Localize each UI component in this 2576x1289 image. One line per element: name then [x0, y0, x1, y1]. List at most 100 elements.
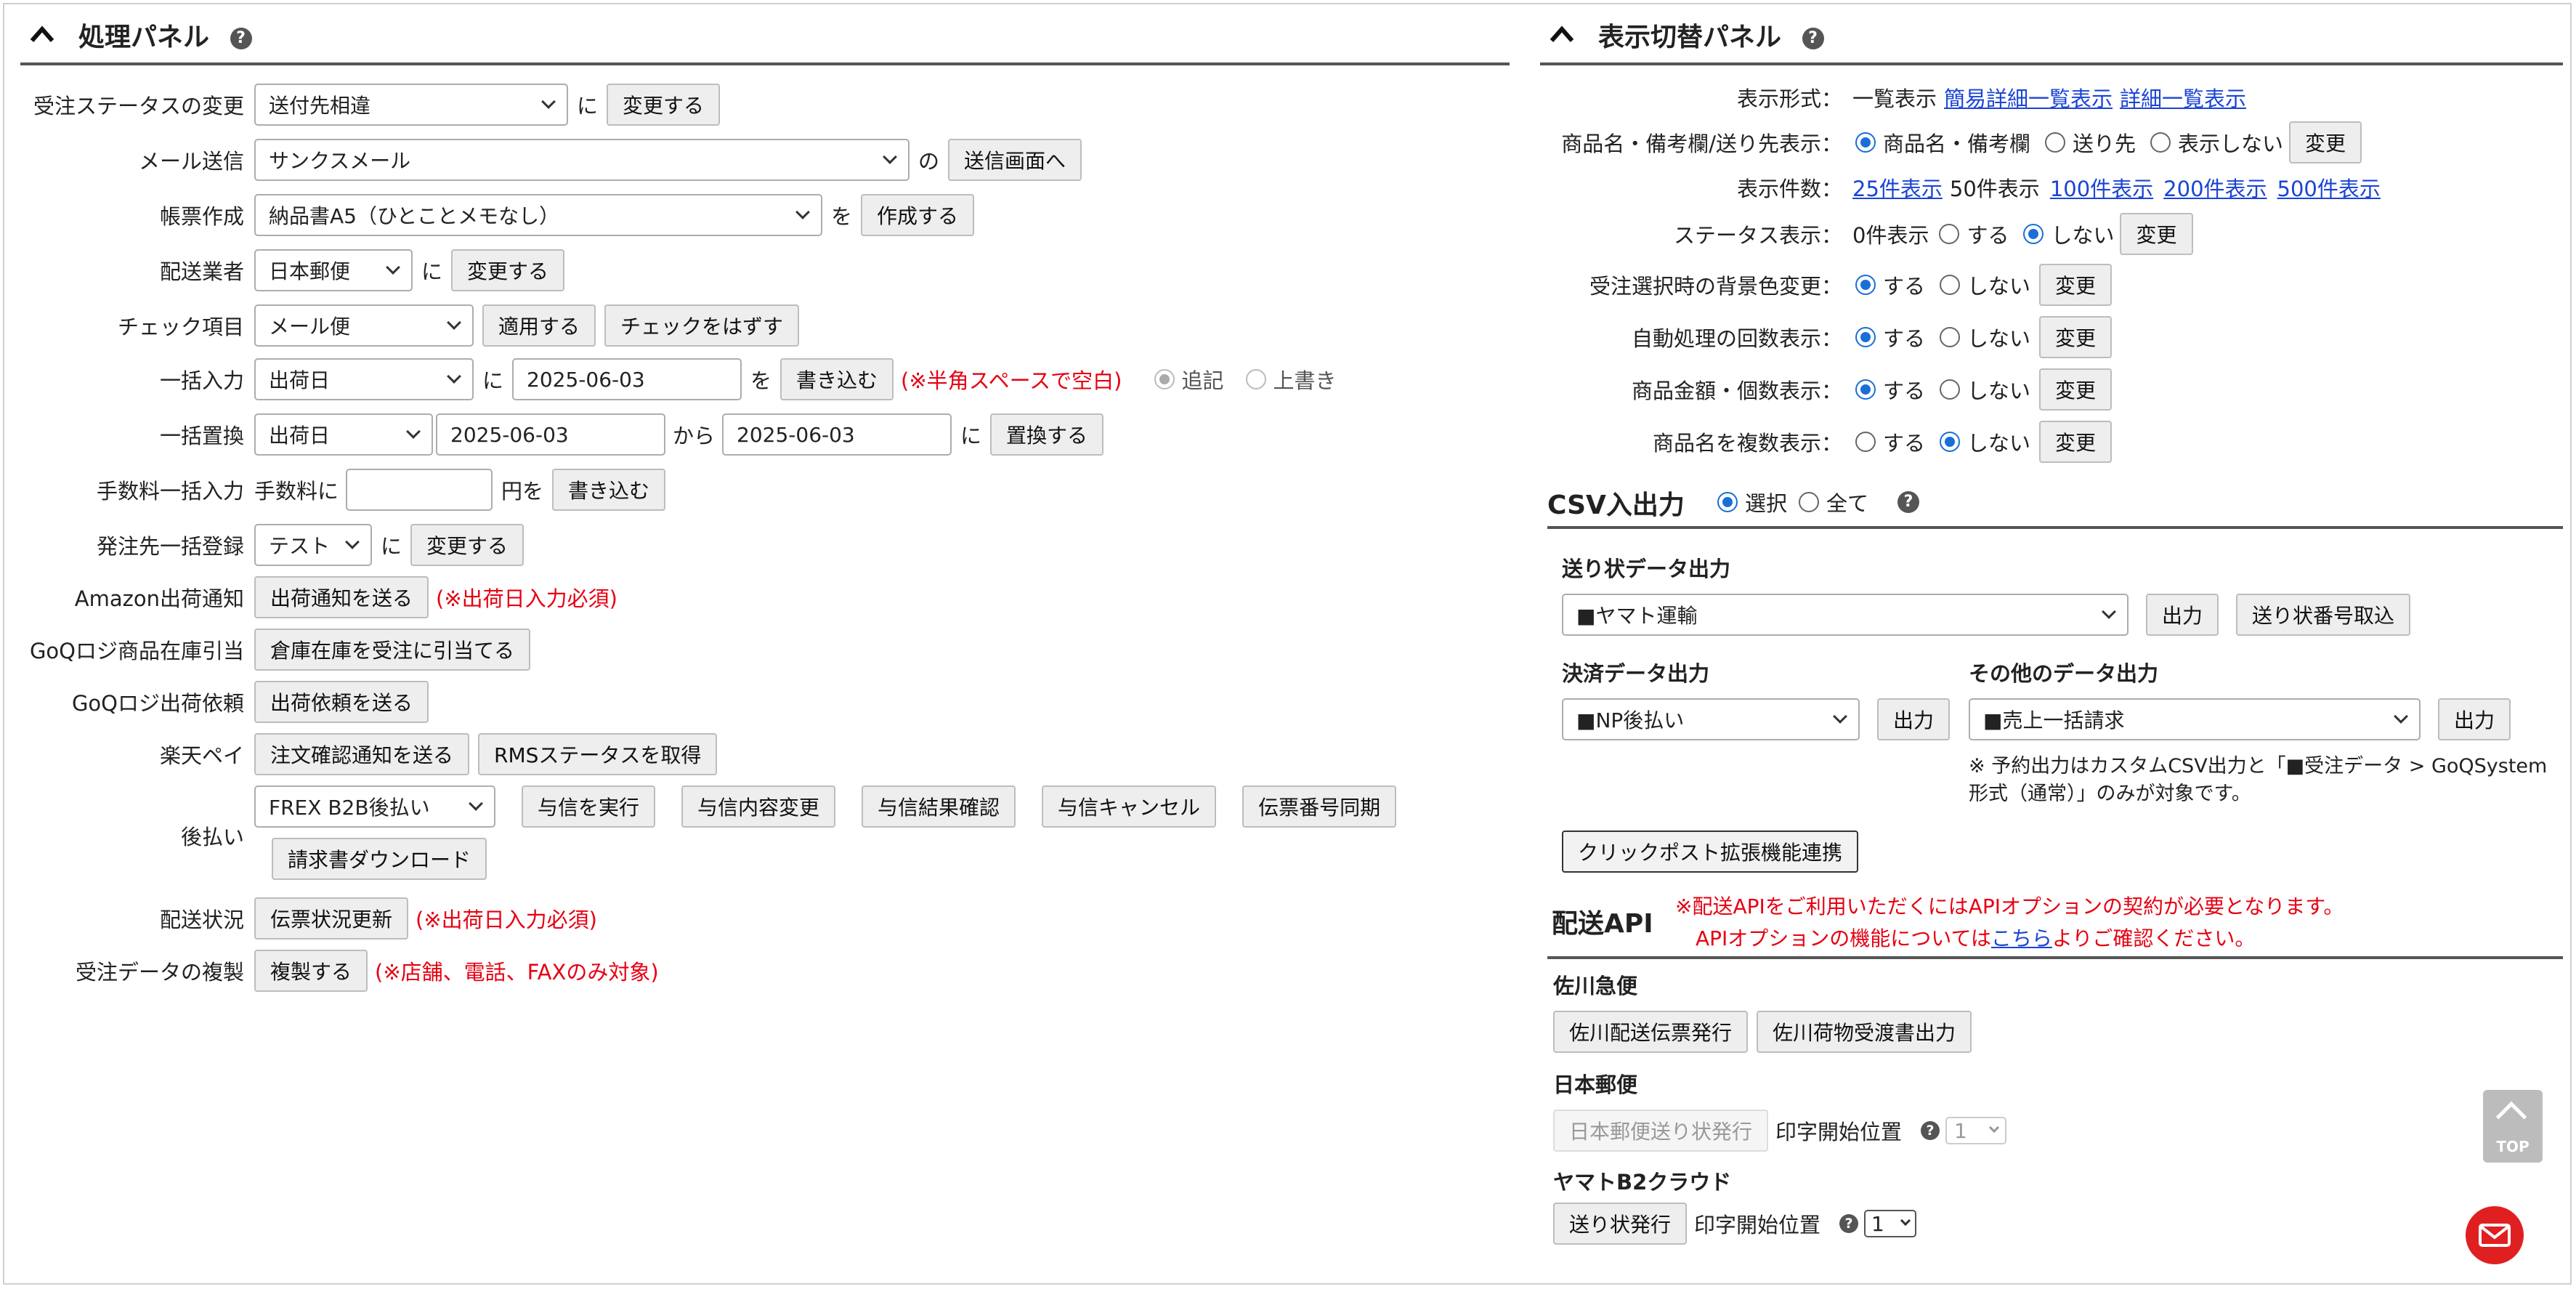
auto-count-change-button[interactable]: 変更 — [2039, 316, 2113, 358]
price-qty-yes-radio[interactable] — [1855, 379, 1876, 400]
row-mail: メール送信 サンクスメール の 送信画面へ — [20, 138, 1082, 182]
shipping-carrier-select[interactable]: ■ヤマト運輸 — [1562, 594, 2129, 636]
bulk-input-value[interactable]: 2025-06-03 — [512, 358, 742, 400]
row-price-qty: 商品金額・個数表示： する しない 変更 — [1540, 368, 2113, 411]
rakuten-rms-button[interactable]: RMSステータスを取得 — [478, 733, 718, 775]
replace-button[interactable]: 置換する — [990, 413, 1104, 456]
check-item-select[interactable]: メール便 — [254, 304, 474, 347]
radio-label: 送り先 — [2073, 132, 2136, 156]
rakuten-confirm-button[interactable]: 注文確認通知を送る — [254, 733, 470, 775]
multi-name-change-button[interactable]: 変更 — [2039, 421, 2113, 463]
bg-color-yes-radio[interactable] — [1855, 275, 1876, 295]
append-radio[interactable] — [1154, 369, 1175, 389]
status-display-yes-radio[interactable] — [1939, 224, 1960, 244]
auto-count-yes-radio[interactable] — [1855, 327, 1876, 347]
shipping-output-button[interactable]: 出力 — [2146, 594, 2219, 636]
chevron-up-icon[interactable] — [1549, 22, 1575, 48]
other-output-button[interactable]: 出力 — [2438, 698, 2511, 740]
csv-selected-radio[interactable] — [1717, 492, 1738, 512]
slip-sync-button[interactable]: 伝票番号同期 — [1242, 785, 1397, 828]
detail-list-link[interactable]: 詳細一覧表示 — [2120, 82, 2246, 113]
api-info-link[interactable]: こちら — [1991, 926, 2052, 950]
price-qty-no-radio[interactable] — [1940, 379, 1961, 400]
multi-name-no-radio[interactable] — [1940, 432, 1961, 452]
count-500-link[interactable]: 500件表示 — [2277, 172, 2381, 203]
simple-detail-link[interactable]: 簡易詳細一覧表示 — [1944, 82, 2113, 113]
count-200-link[interactable]: 200件表示 — [2163, 172, 2267, 203]
carrier-select[interactable]: 日本郵便 — [254, 249, 413, 291]
credit-result-button[interactable]: 与信結果確認 — [862, 785, 1016, 828]
bulk-replace-field-select[interactable]: 出荷日 — [254, 413, 433, 456]
print-pos-label: 印字開始位置 — [1694, 1213, 1821, 1237]
dest-change-button[interactable]: 変更する — [410, 524, 524, 566]
replace-from-input[interactable]: 2025-06-03 — [436, 413, 665, 456]
row-rakuten: 楽天ペイ 注文確認通知を送る RMSステータスを取得 — [20, 732, 718, 776]
contact-mail-button[interactable] — [2466, 1206, 2524, 1264]
check-apply-button[interactable]: 適用する — [482, 304, 596, 347]
product-note-change-button[interactable]: 変更 — [2289, 121, 2362, 163]
product-note-radio[interactable] — [1855, 132, 1876, 153]
tracking-import-button[interactable]: 送り状番号取込 — [2236, 594, 2411, 636]
replace-to-input[interactable]: 2025-06-03 — [722, 413, 952, 456]
credit-change-button[interactable]: 与信内容変更 — [681, 785, 836, 828]
help-icon[interactable]: ? — [230, 28, 252, 49]
slip-status-update-button[interactable]: 伝票状況更新 — [254, 897, 409, 940]
row-label: GoQロジ出荷依頼 — [71, 691, 244, 716]
yamato-issue-button[interactable]: 送り状発行 — [1553, 1203, 1688, 1245]
status-display-change-button[interactable]: 変更 — [2120, 213, 2193, 255]
mail-send-screen-button[interactable]: 送信画面へ — [948, 139, 1082, 181]
copy-order-button[interactable]: 複製する — [254, 950, 368, 992]
count-25-link[interactable]: 25件表示 — [1852, 172, 1943, 203]
credit-cancel-button[interactable]: 与信キャンセル — [1042, 785, 1217, 828]
other-data-select[interactable]: ■売上一括請求 — [1969, 698, 2421, 740]
count-100-link[interactable]: 100件表示 — [2050, 172, 2153, 203]
yamato-pos-select[interactable]: 1 — [1864, 1210, 1917, 1237]
status-display-no-radio[interactable] — [2023, 224, 2044, 244]
credit-execute-button[interactable]: 与信を実行 — [522, 785, 656, 828]
chevron-up-icon[interactable] — [29, 22, 55, 48]
invoice-download-button[interactable]: 請求書ダウンロード — [272, 838, 487, 880]
price-qty-change-button[interactable]: 変更 — [2039, 368, 2113, 411]
form-select[interactable]: 納品書A5（ひとことメモなし） — [254, 194, 822, 236]
clickpost-button[interactable]: クリックポスト拡張機能連携 — [1562, 831, 1859, 873]
help-icon[interactable]: ? — [1921, 1121, 1940, 1140]
row-form: 帳票作成 納品書A5（ひとことメモなし） を 作成する — [20, 193, 975, 237]
bulk-input-field-select[interactable]: 出荷日 — [254, 358, 474, 400]
goq-allocate-button[interactable]: 倉庫在庫を受注に引当てる — [254, 629, 531, 671]
payment-data-select[interactable]: ■NP後払い — [1562, 698, 1860, 740]
bg-color-change-button[interactable]: 変更 — [2039, 264, 2113, 306]
japanpost-issue-button[interactable]: 日本郵便送り状発行 — [1553, 1110, 1769, 1152]
scroll-top-button[interactable]: TOP — [2483, 1090, 2543, 1163]
row-payment-output: ■NP後払い 出力 — [1562, 698, 1951, 741]
goq-ship-request-button[interactable]: 出荷依頼を送る — [254, 681, 429, 723]
status-change-button[interactable]: 変更する — [607, 84, 721, 126]
destination-radio[interactable] — [2045, 132, 2066, 153]
csv-all-radio[interactable] — [1799, 492, 1820, 512]
multi-name-yes-radio[interactable] — [1855, 432, 1876, 452]
sagawa-receipt-button[interactable]: 佐川荷物受渡書出力 — [1757, 1011, 1972, 1053]
hide-radio[interactable] — [2150, 132, 2171, 153]
payment-output-button[interactable]: 出力 — [1877, 698, 1951, 740]
dest-select[interactable]: テスト — [254, 524, 372, 566]
check-remove-button[interactable]: チェックをはずす — [604, 304, 800, 347]
mail-template-select[interactable]: サンクスメール — [254, 139, 910, 181]
other-output-title: その他のデータ出力 — [1969, 661, 2159, 686]
bg-color-no-radio[interactable] — [1940, 275, 1961, 295]
overwrite-radio[interactable] — [1245, 369, 1266, 389]
status-select[interactable]: 送付先相違 — [254, 84, 568, 126]
japanpost-pos-select[interactable]: 1 — [1945, 1117, 2007, 1144]
amazon-notify-button[interactable]: 出荷通知を送る — [254, 576, 429, 618]
help-icon[interactable]: ? — [1839, 1214, 1859, 1233]
yamato-title: ヤマトB2クラウド — [1553, 1170, 1732, 1195]
fee-write-button[interactable]: 書き込む — [552, 469, 666, 511]
sagawa-issue-button[interactable]: 佐川配送伝票発行 — [1553, 1011, 1749, 1053]
carrier-change-button[interactable]: 変更する — [451, 249, 565, 291]
help-icon[interactable]: ? — [1802, 28, 1824, 49]
auto-count-no-radio[interactable] — [1940, 327, 1961, 347]
bulk-write-button[interactable]: 書き込む — [780, 358, 894, 400]
radio-label: 表示しない — [2178, 132, 2284, 156]
help-icon[interactable]: ? — [1897, 491, 1920, 513]
fee-input[interactable] — [346, 469, 493, 511]
deferred-service-select[interactable]: FREX B2B後払い — [254, 785, 495, 828]
form-create-button[interactable]: 作成する — [861, 194, 975, 236]
